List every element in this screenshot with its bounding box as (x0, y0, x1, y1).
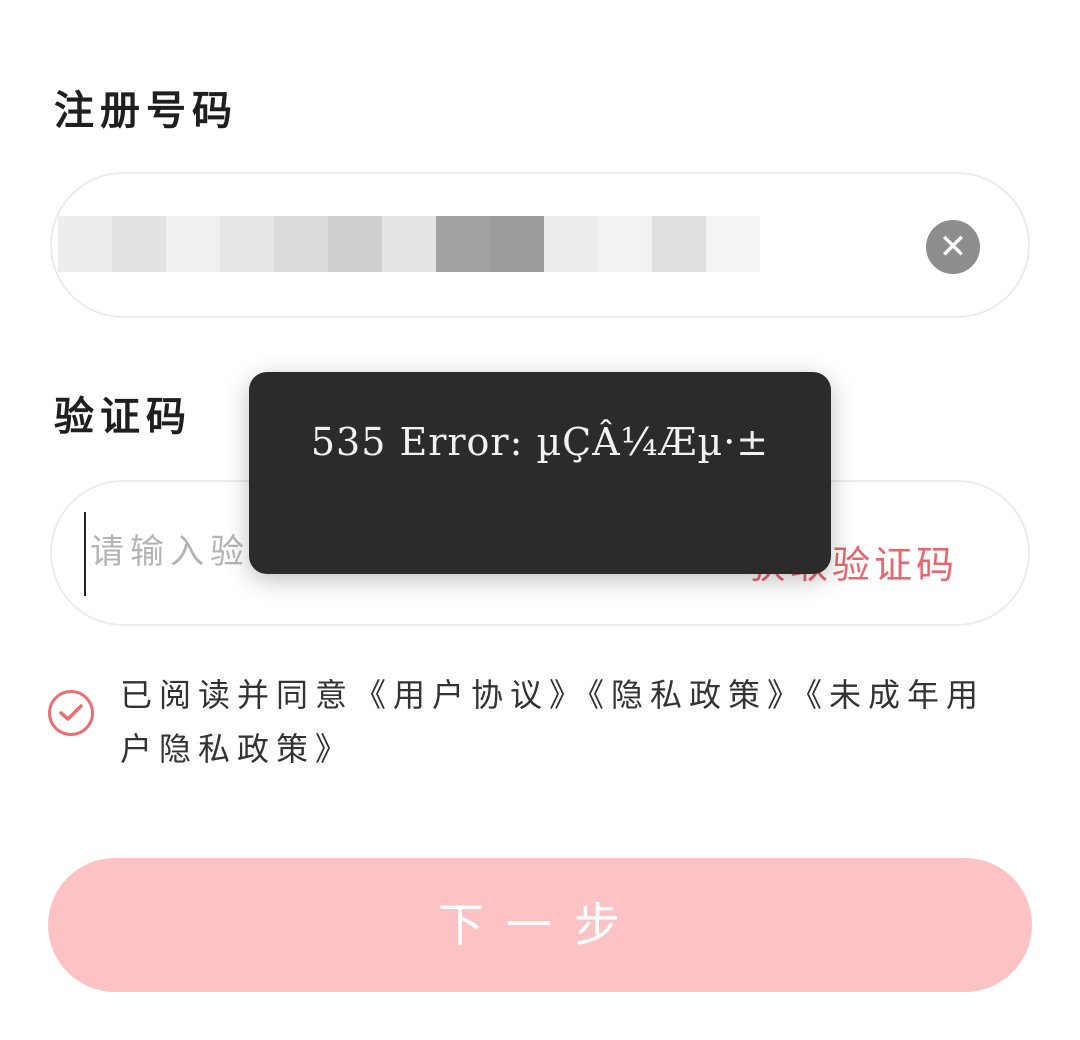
next-step-button[interactable]: 下一步 (48, 858, 1032, 992)
code-label: 验证码 (54, 394, 192, 440)
privacy-policy-link[interactable]: 《隐私政策》 (588, 676, 806, 714)
error-toast: 535 Error: µÇÂ¼Æµ·± (249, 372, 831, 574)
user-agreement-link[interactable]: 《用户协议》 (354, 676, 588, 714)
text-caret (84, 512, 86, 596)
check-icon (59, 704, 83, 721)
phone-field[interactable]: ✕ (50, 172, 1030, 318)
redacted-phone-number (58, 216, 760, 272)
agreement-prefix: 已阅读并同意 (120, 676, 355, 714)
phone-label: 注册号码 (54, 88, 238, 134)
error-toast-message: 535 Error: µÇÂ¼Æµ·± (310, 420, 770, 464)
clear-phone-button[interactable]: ✕ (926, 220, 980, 274)
agree-checkbox[interactable] (48, 690, 94, 736)
agreement-text: 已阅读并同意《用户协议》《隐私政策》《未成年用户隐私政策》 (120, 668, 1000, 776)
close-icon: ✕ (938, 227, 968, 267)
